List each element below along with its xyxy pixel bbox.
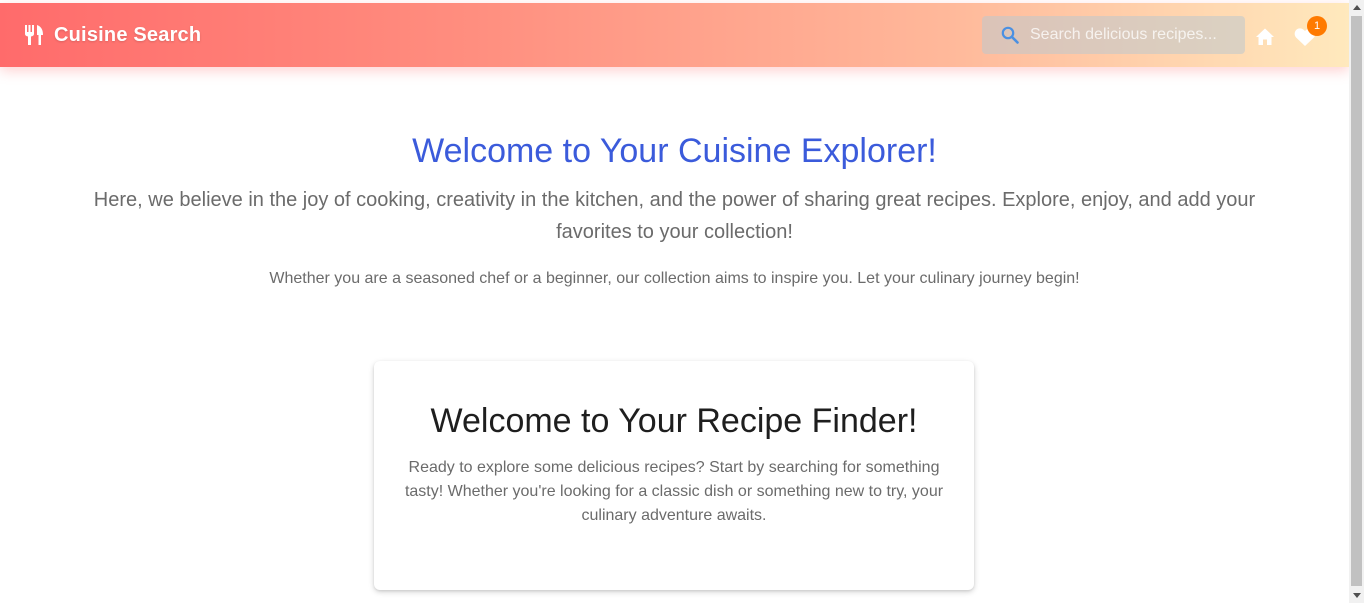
- favorites-count-badge: 1: [1307, 16, 1327, 36]
- search-icon: [1000, 25, 1020, 45]
- card-title: Welcome to Your Recipe Finder!: [430, 402, 918, 440]
- search-bar[interactable]: [982, 16, 1245, 54]
- utensils-icon: [24, 24, 44, 46]
- scroll-down-arrow-icon[interactable]: [1349, 588, 1364, 603]
- scroll-up-arrow-icon[interactable]: [1349, 0, 1364, 15]
- scroll-thumb[interactable]: [1351, 16, 1362, 586]
- recipe-finder-card: Welcome to Your Recipe Finder! Ready to …: [374, 361, 974, 590]
- brand-name: Cuisine Search: [54, 23, 202, 46]
- home-icon[interactable]: [1255, 27, 1275, 47]
- search-input[interactable]: [1030, 16, 1230, 54]
- intro-lead-text: Here, we believe in the joy of cooking, …: [93, 189, 1256, 243]
- intro-sub-text: Whether you are a seasoned chef or a beg…: [269, 270, 1080, 287]
- intro-title: Welcome to Your Cuisine Explorer!: [412, 132, 937, 170]
- app-root: Cuisine Search 1 Welcome to Your Cuisine: [0, 0, 1364, 603]
- vertical-scrollbar[interactable]: [1349, 0, 1364, 603]
- card-text: Ready to explore some delicious recipes?…: [404, 459, 944, 524]
- intro-section: Welcome to Your Cuisine Explorer! Here, …: [0, 130, 1349, 290]
- brand[interactable]: Cuisine Search: [24, 3, 201, 67]
- top-navbar: Cuisine Search 1: [0, 3, 1349, 67]
